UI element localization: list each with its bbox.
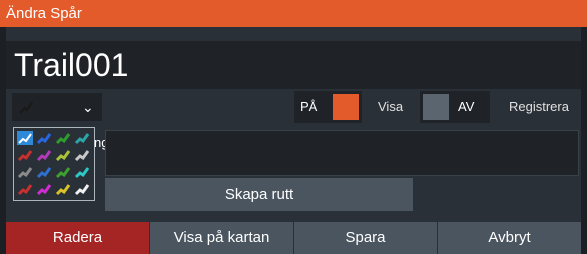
color-swatch[interactable] <box>55 131 71 145</box>
pa-label: PÅ <box>300 99 318 114</box>
color-swatch[interactable] <box>36 131 52 145</box>
av-label: AV <box>458 99 475 114</box>
create-route-button[interactable]: Skapa rutt <box>105 178 413 211</box>
controls-row: ⌄ PÅ Visa AV Registrera <box>6 91 581 123</box>
bottom-action-bar: Radera Visa på kartan Spara Avbryt <box>6 222 581 254</box>
trail-name-text: Trail001 <box>14 47 129 83</box>
registrera-label: Registrera <box>509 99 569 114</box>
color-swatch[interactable] <box>74 165 90 179</box>
edit-trail-panel: Trail001 ⌄ PÅ Visa AV Registrera ng Skap… <box>6 27 581 254</box>
trail-color-swatch-icon <box>19 101 34 114</box>
cancel-button[interactable]: Avbryt <box>437 222 581 254</box>
title-bar: Ändra Spår <box>0 0 587 27</box>
color-swatch[interactable] <box>55 148 71 162</box>
color-swatch[interactable] <box>74 148 90 162</box>
color-swatch[interactable] <box>36 182 52 196</box>
color-swatch[interactable] <box>17 131 33 145</box>
chevron-down-icon: ⌄ <box>82 99 94 115</box>
delete-button[interactable]: Radera <box>6 222 149 254</box>
pa-indicator <box>333 94 359 120</box>
av-toggle[interactable]: AV <box>420 91 490 123</box>
av-indicator <box>423 94 449 120</box>
color-swatch[interactable] <box>17 182 33 196</box>
color-swatch[interactable] <box>36 148 52 162</box>
save-button[interactable]: Spara <box>293 222 437 254</box>
dialog-title: Ändra Spår <box>6 5 82 22</box>
color-swatch[interactable] <box>74 131 90 145</box>
color-swatch[interactable] <box>55 182 71 196</box>
trail-name-field[interactable]: Trail001 <box>6 41 581 89</box>
description-field[interactable] <box>105 130 579 176</box>
color-swatch[interactable] <box>36 165 52 179</box>
color-swatch[interactable] <box>74 182 90 196</box>
color-palette <box>13 127 95 201</box>
color-swatch[interactable] <box>17 148 33 162</box>
show-on-map-button[interactable]: Visa på kartan <box>149 222 293 254</box>
color-swatch[interactable] <box>55 165 71 179</box>
visa-label: Visa <box>378 99 404 114</box>
pa-toggle[interactable]: PÅ <box>294 91 362 123</box>
color-selector[interactable]: ⌄ <box>12 93 102 121</box>
color-swatch[interactable] <box>17 165 33 179</box>
